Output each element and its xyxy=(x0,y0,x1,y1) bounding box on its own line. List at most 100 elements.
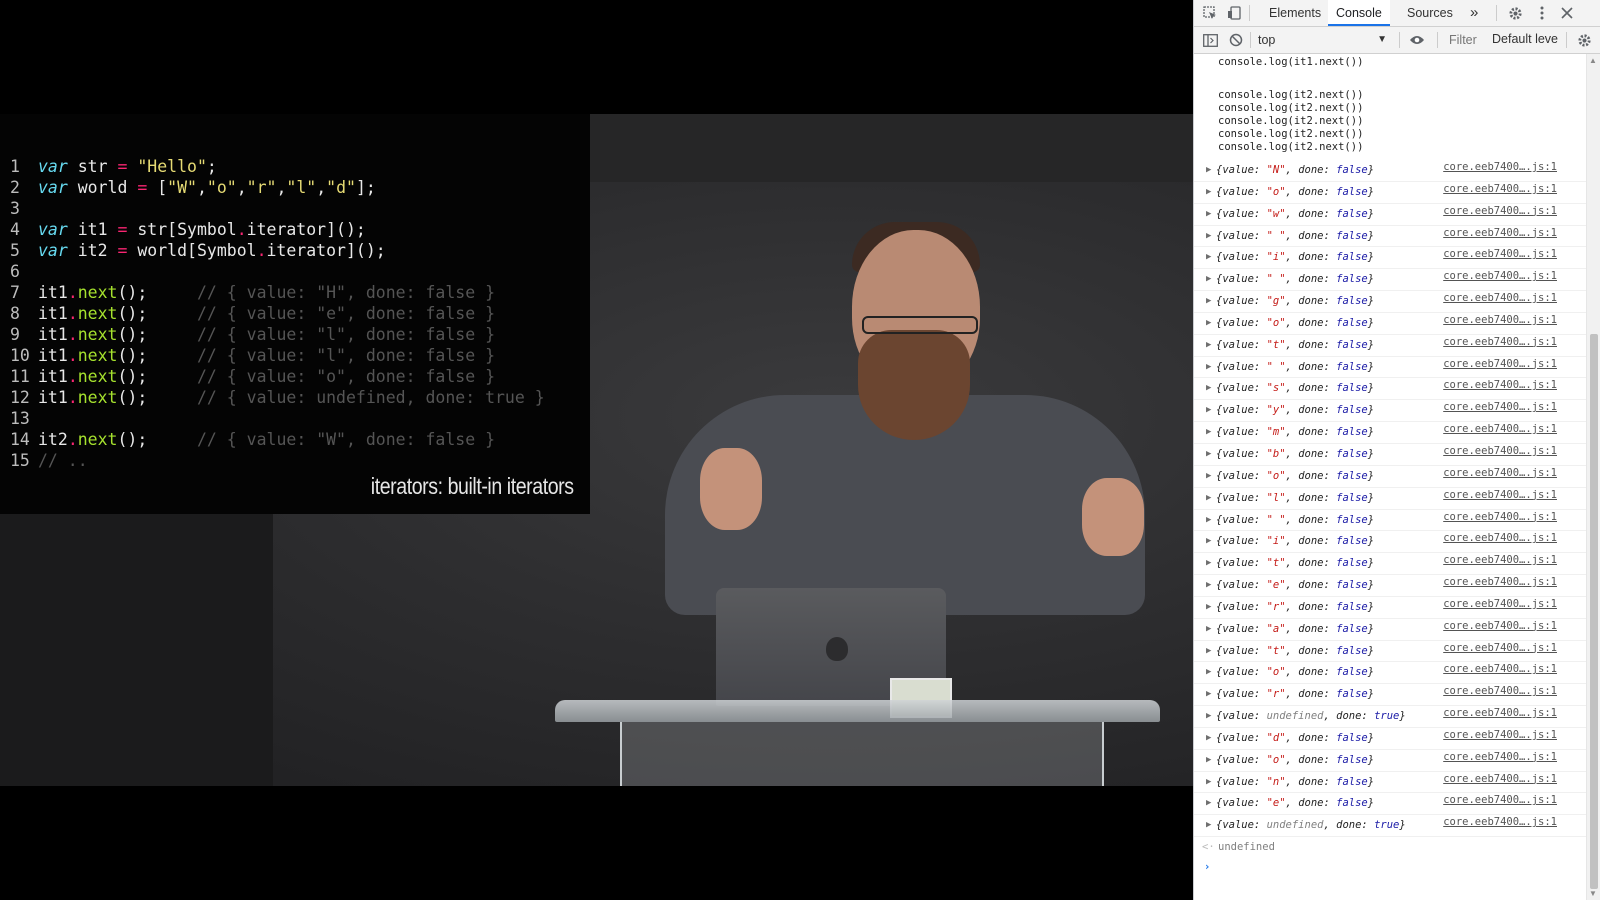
console-scrollbar[interactable]: ▲ ▼ xyxy=(1586,54,1600,900)
inspect-element-icon[interactable] xyxy=(1202,5,1218,21)
expand-triangle-icon[interactable]: ▶ xyxy=(1206,182,1211,203)
tab-elements[interactable]: Elements xyxy=(1261,0,1329,26)
source-link[interactable]: core.eeb7400….js:1 xyxy=(1443,223,1557,244)
log-levels-dropdown[interactable]: Default leve xyxy=(1492,32,1562,46)
expand-triangle-icon[interactable]: ▶ xyxy=(1206,466,1211,487)
filter-input[interactable] xyxy=(1449,32,1483,48)
source-link[interactable]: core.eeb7400….js:1 xyxy=(1443,703,1557,724)
object-preview[interactable]: {value: "r", done: false} xyxy=(1216,597,1374,618)
tab-console[interactable]: Console xyxy=(1328,0,1390,26)
expand-triangle-icon[interactable]: ▶ xyxy=(1206,619,1211,640)
source-link[interactable]: core.eeb7400….js:1 xyxy=(1443,681,1557,702)
object-preview[interactable]: {value: "a", done: false} xyxy=(1216,619,1374,640)
device-toolbar-icon[interactable] xyxy=(1226,5,1242,21)
source-link[interactable]: core.eeb7400….js:1 xyxy=(1443,507,1557,528)
object-preview[interactable]: {value: " ", done: false} xyxy=(1216,357,1374,378)
scroll-up-icon[interactable]: ▲ xyxy=(1589,56,1597,65)
object-preview[interactable]: {value: "o", done: false} xyxy=(1216,466,1374,487)
object-preview[interactable]: {value: "o", done: false} xyxy=(1216,313,1374,334)
object-preview[interactable]: {value: "t", done: false} xyxy=(1216,553,1374,574)
object-preview[interactable]: {value: "e", done: false} xyxy=(1216,575,1374,596)
source-link[interactable]: core.eeb7400….js:1 xyxy=(1443,638,1557,659)
source-link[interactable]: core.eeb7400….js:1 xyxy=(1443,550,1557,571)
source-link[interactable]: core.eeb7400….js:1 xyxy=(1443,179,1557,200)
expand-triangle-icon[interactable]: ▶ xyxy=(1206,510,1211,531)
expand-triangle-icon[interactable]: ▶ xyxy=(1206,641,1211,662)
object-preview[interactable]: {value: "n", done: false} xyxy=(1216,772,1374,793)
expand-triangle-icon[interactable]: ▶ xyxy=(1206,553,1211,574)
more-options-icon[interactable] xyxy=(1534,5,1550,21)
object-preview[interactable]: {value: "g", done: false} xyxy=(1216,291,1374,312)
expand-triangle-icon[interactable]: ▶ xyxy=(1206,444,1211,465)
object-preview[interactable]: {value: "i", done: false} xyxy=(1216,531,1374,552)
eye-icon[interactable] xyxy=(1409,32,1425,48)
console-settings-icon[interactable] xyxy=(1576,32,1592,48)
source-link[interactable]: core.eeb7400….js:1 xyxy=(1443,310,1557,331)
expand-triangle-icon[interactable]: ▶ xyxy=(1206,247,1211,268)
object-preview[interactable]: {value: "o", done: false} xyxy=(1216,182,1374,203)
source-link[interactable]: core.eeb7400….js:1 xyxy=(1443,332,1557,353)
object-preview[interactable]: {value: "e", done: false} xyxy=(1216,793,1374,814)
object-preview[interactable]: {value: "o", done: false} xyxy=(1216,750,1374,771)
expand-triangle-icon[interactable]: ▶ xyxy=(1206,226,1211,247)
source-link[interactable]: core.eeb7400….js:1 xyxy=(1443,157,1557,178)
source-link[interactable]: core.eeb7400….js:1 xyxy=(1443,375,1557,396)
object-preview[interactable]: {value: "t", done: false} xyxy=(1216,641,1374,662)
expand-triangle-icon[interactable]: ▶ xyxy=(1206,160,1211,181)
expand-triangle-icon[interactable]: ▶ xyxy=(1206,706,1211,727)
expand-triangle-icon[interactable]: ▶ xyxy=(1206,400,1211,421)
object-preview[interactable]: {value: "d", done: false} xyxy=(1216,728,1374,749)
source-link[interactable]: core.eeb7400….js:1 xyxy=(1443,441,1557,462)
tab-sources[interactable]: Sources xyxy=(1399,0,1461,26)
expand-triangle-icon[interactable]: ▶ xyxy=(1206,575,1211,596)
expand-triangle-icon[interactable]: ▶ xyxy=(1206,531,1211,552)
expand-triangle-icon[interactable]: ▶ xyxy=(1206,422,1211,443)
source-link[interactable]: core.eeb7400….js:1 xyxy=(1443,528,1557,549)
expand-triangle-icon[interactable]: ▶ xyxy=(1206,313,1211,334)
object-preview[interactable]: {value: "b", done: false} xyxy=(1216,444,1374,465)
expand-triangle-icon[interactable]: ▶ xyxy=(1206,269,1211,290)
object-preview[interactable]: {value: "y", done: false} xyxy=(1216,400,1374,421)
object-preview[interactable]: {value: "i", done: false} xyxy=(1216,247,1374,268)
object-preview[interactable]: {value: "w", done: false} xyxy=(1216,204,1374,225)
console-prompt[interactable]: › xyxy=(1194,857,1587,877)
expand-triangle-icon[interactable]: ▶ xyxy=(1206,597,1211,618)
scroll-down-icon[interactable]: ▼ xyxy=(1589,889,1597,898)
expand-triangle-icon[interactable]: ▶ xyxy=(1206,815,1211,836)
object-preview[interactable]: {value: undefined, done: true} xyxy=(1216,815,1406,836)
source-link[interactable]: core.eeb7400….js:1 xyxy=(1443,725,1557,746)
object-preview[interactable]: {value: "N", done: false} xyxy=(1216,160,1374,181)
expand-triangle-icon[interactable]: ▶ xyxy=(1206,357,1211,378)
source-link[interactable]: core.eeb7400….js:1 xyxy=(1443,747,1557,768)
object-preview[interactable]: {value: "r", done: false} xyxy=(1216,684,1374,705)
object-preview[interactable]: {value: "o", done: false} xyxy=(1216,662,1374,683)
source-link[interactable]: core.eeb7400….js:1 xyxy=(1443,572,1557,593)
expand-triangle-icon[interactable]: ▶ xyxy=(1206,750,1211,771)
context-selector[interactable]: top ▼ xyxy=(1258,31,1393,49)
expand-triangle-icon[interactable]: ▶ xyxy=(1206,291,1211,312)
source-link[interactable]: core.eeb7400….js:1 xyxy=(1443,201,1557,222)
more-tabs-button[interactable]: » xyxy=(1462,0,1486,26)
gear-icon[interactable] xyxy=(1507,5,1523,21)
expand-triangle-icon[interactable]: ▶ xyxy=(1206,488,1211,509)
close-icon[interactable] xyxy=(1559,5,1575,21)
source-link[interactable]: core.eeb7400….js:1 xyxy=(1443,354,1557,375)
source-link[interactable]: core.eeb7400….js:1 xyxy=(1443,616,1557,637)
object-preview[interactable]: {value: undefined, done: true} xyxy=(1216,706,1406,727)
source-link[interactable]: core.eeb7400….js:1 xyxy=(1443,790,1557,811)
expand-triangle-icon[interactable]: ▶ xyxy=(1206,772,1211,793)
source-link[interactable]: core.eeb7400….js:1 xyxy=(1443,659,1557,680)
expand-triangle-icon[interactable]: ▶ xyxy=(1206,793,1211,814)
source-link[interactable]: core.eeb7400….js:1 xyxy=(1443,594,1557,615)
source-link[interactable]: core.eeb7400….js:1 xyxy=(1443,485,1557,506)
source-link[interactable]: core.eeb7400….js:1 xyxy=(1443,812,1557,833)
source-link[interactable]: core.eeb7400….js:1 xyxy=(1443,769,1557,790)
expand-triangle-icon[interactable]: ▶ xyxy=(1206,684,1211,705)
expand-triangle-icon[interactable]: ▶ xyxy=(1206,728,1211,749)
expand-triangle-icon[interactable]: ▶ xyxy=(1206,662,1211,683)
object-preview[interactable]: {value: " ", done: false} xyxy=(1216,269,1374,290)
source-link[interactable]: core.eeb7400….js:1 xyxy=(1443,266,1557,287)
expand-triangle-icon[interactable]: ▶ xyxy=(1206,335,1211,356)
expand-triangle-icon[interactable]: ▶ xyxy=(1206,204,1211,225)
object-preview[interactable]: {value: " ", done: false} xyxy=(1216,510,1374,531)
